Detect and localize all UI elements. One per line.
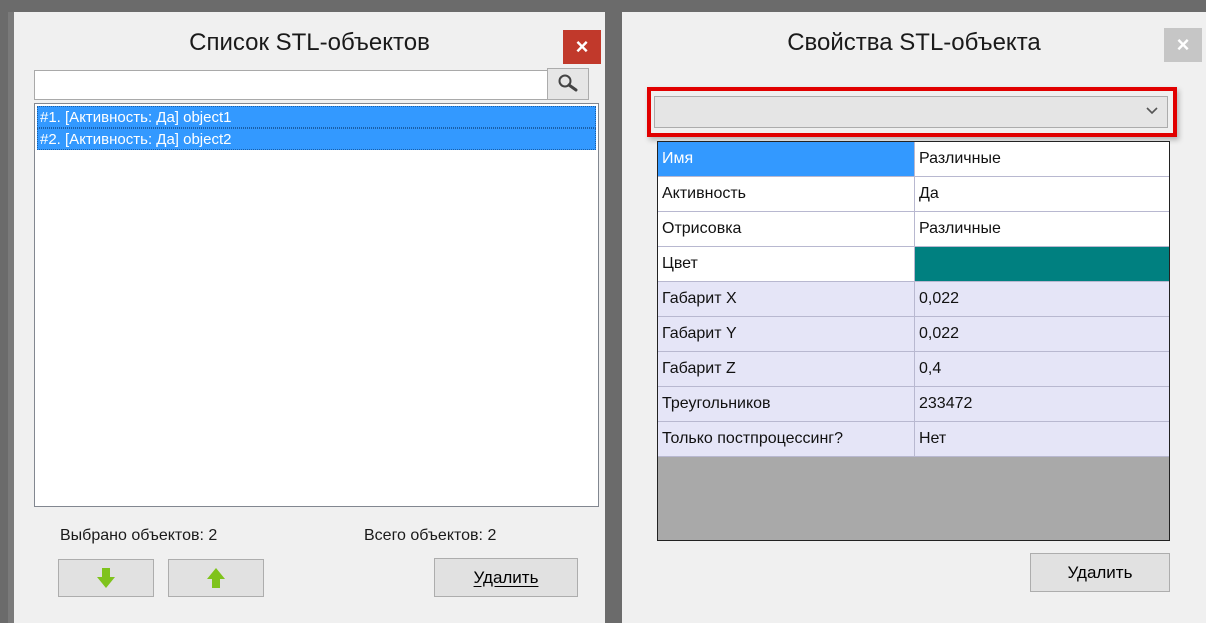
- move-down-button[interactable]: [58, 559, 154, 597]
- search-input[interactable]: [34, 70, 549, 100]
- property-key: Только постпроцессинг?: [658, 422, 915, 456]
- stl-properties-close-button[interactable]: ×: [1164, 28, 1202, 62]
- property-grid[interactable]: Имя Различные Активность Да Отрисовка Ра…: [657, 141, 1170, 541]
- property-row-size-z[interactable]: Габарит Z 0,4: [658, 352, 1169, 387]
- property-key: Отрисовка: [658, 212, 915, 246]
- property-row-color[interactable]: Цвет: [658, 247, 1169, 282]
- property-row-postprocessing[interactable]: Только постпроцессинг? Нет: [658, 422, 1169, 457]
- property-row-size-x[interactable]: Габарит X 0,022: [658, 282, 1169, 317]
- property-value[interactable]: Различные: [915, 212, 1169, 246]
- property-row-size-y[interactable]: Габарит Y 0,022: [658, 317, 1169, 352]
- property-key: Треугольников: [658, 387, 915, 421]
- property-key: Габарит Z: [658, 352, 915, 386]
- stl-list-panel: Список STL-объектов × #1. [Активность: Д…: [8, 12, 605, 623]
- property-row-render[interactable]: Отрисовка Различные: [658, 212, 1169, 247]
- stl-properties-panel: Свойства STL-объекта × Имя Различные Акт…: [622, 12, 1206, 623]
- selected-count-label: Выбрано объектов: 2: [60, 527, 218, 544]
- property-row-name[interactable]: Имя Различные: [658, 142, 1169, 177]
- property-key: Габарит Y: [658, 317, 915, 351]
- property-value: 0,022: [919, 325, 960, 342]
- property-row-activity[interactable]: Активность Да: [658, 177, 1169, 212]
- move-up-button[interactable]: [168, 559, 264, 597]
- property-key: Имя: [658, 142, 915, 176]
- color-swatch[interactable]: [915, 247, 1169, 281]
- property-value: 233472: [919, 395, 973, 412]
- list-item[interactable]: #1. [Активность: Да] object1: [37, 106, 596, 128]
- delete-object-button[interactable]: Удалить: [434, 558, 578, 597]
- property-value[interactable]: Различные: [915, 142, 1169, 176]
- property-key: Активность: [658, 177, 915, 211]
- stl-object-list[interactable]: #1. [Активность: Да] object1 #2. [Активн…: [34, 103, 599, 507]
- property-value[interactable]: Да: [915, 177, 1169, 211]
- dropdown-highlight-frame: [647, 87, 1177, 137]
- property-row-triangles[interactable]: Треугольников 233472: [658, 387, 1169, 422]
- stl-list-close-button[interactable]: ×: [563, 30, 601, 64]
- property-key: Цвет: [658, 247, 915, 281]
- arrow-up-icon: [207, 568, 225, 588]
- total-count-label: Всего объектов: 2: [364, 527, 497, 544]
- arrow-down-icon: [97, 568, 115, 588]
- property-key: Габарит X: [658, 282, 915, 316]
- property-value[interactable]: Нет: [915, 422, 1169, 456]
- delete-properties-button[interactable]: Удалить: [1030, 553, 1170, 592]
- property-value: 0,022: [919, 290, 960, 307]
- delete-object-label: Удалить: [473, 567, 539, 587]
- stl-properties-title: Свойства STL-объекта: [787, 29, 1041, 56]
- search-button[interactable]: [547, 68, 589, 100]
- stl-list-title: Список STL-объектов: [189, 29, 430, 56]
- magnifier-icon: [558, 74, 578, 92]
- property-value: 0,4: [919, 360, 942, 377]
- list-item[interactable]: #2. [Активность: Да] object2: [37, 128, 596, 150]
